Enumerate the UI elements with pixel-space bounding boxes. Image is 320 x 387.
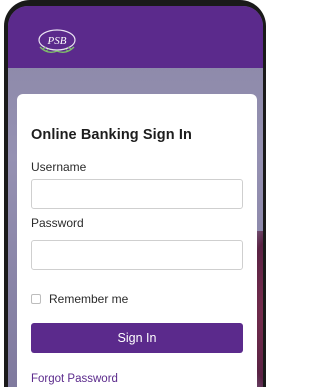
signin-card: Online Banking Sign In Username Password… <box>17 94 257 387</box>
username-field[interactable] <box>31 179 243 209</box>
sign-in-button[interactable]: Sign In <box>31 323 243 353</box>
remember-me-row[interactable]: Remember me <box>31 292 128 306</box>
password-field[interactable] <box>31 240 243 270</box>
page-title: Online Banking Sign In <box>31 127 192 143</box>
psb-logo[interactable]: PSB <box>34 27 80 57</box>
app-header: PSB <box>8 6 263 68</box>
remember-me-label: Remember me <box>49 292 129 306</box>
password-label: Password <box>31 216 84 230</box>
phone-frame: PSB Online Banking Sign In Username Pass… <box>0 0 266 387</box>
app-screen: PSB Online Banking Sign In Username Pass… <box>8 6 263 387</box>
remember-me-checkbox[interactable] <box>31 294 41 304</box>
logo-text: PSB <box>47 35 67 47</box>
forgot-password-link[interactable]: Forgot Password <box>31 373 118 385</box>
username-label: Username <box>31 160 87 174</box>
